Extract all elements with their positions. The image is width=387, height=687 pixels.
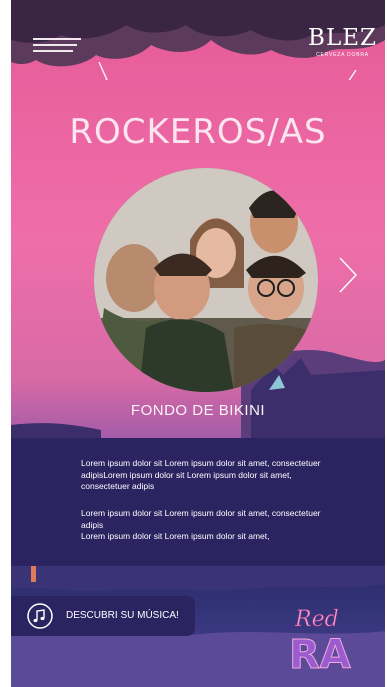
brand-logo[interactable]: BLEZ CERVEZA DOBRA bbox=[308, 26, 377, 58]
hamburger-menu-icon[interactable] bbox=[33, 32, 81, 54]
red-ra-logo: Red RA bbox=[289, 607, 352, 678]
chevron-right-icon[interactable] bbox=[337, 255, 359, 295]
description-paragraph-2-line-1: Lorem ipsum dolor sit Lorem ipsum dolor … bbox=[81, 508, 321, 530]
discover-music-button[interactable]: DESCUBRI SU MÚSICA! bbox=[11, 596, 195, 636]
app-screen: BLEZ CERVEZA DOBRA ROCKEROS/AS FONDO DE … bbox=[11, 0, 385, 687]
band-photo bbox=[94, 168, 318, 392]
logo-block-text: RA bbox=[289, 632, 351, 678]
description-paragraph-1: Lorem ipsum dolor sit Lorem ipsum dolor … bbox=[81, 458, 321, 491]
description-panel: Lorem ipsum dolor sit Lorem ipsum dolor … bbox=[11, 438, 385, 566]
logo-script-text: Red bbox=[294, 607, 339, 632]
discover-music-label: DESCUBRI SU MÚSICA! bbox=[66, 610, 179, 621]
brand-name: BLEZ bbox=[308, 25, 377, 51]
music-note-icon bbox=[27, 603, 53, 629]
brand-tagline: CERVEZA DOBRA bbox=[316, 52, 369, 58]
description-paragraph-2-line-2: Lorem ipsum dolor sit Lorem ipsum dolor … bbox=[81, 531, 270, 541]
band-name: FONDO DE BIKINI bbox=[130, 402, 266, 419]
page-title: ROCKEROS/AS bbox=[69, 112, 327, 152]
